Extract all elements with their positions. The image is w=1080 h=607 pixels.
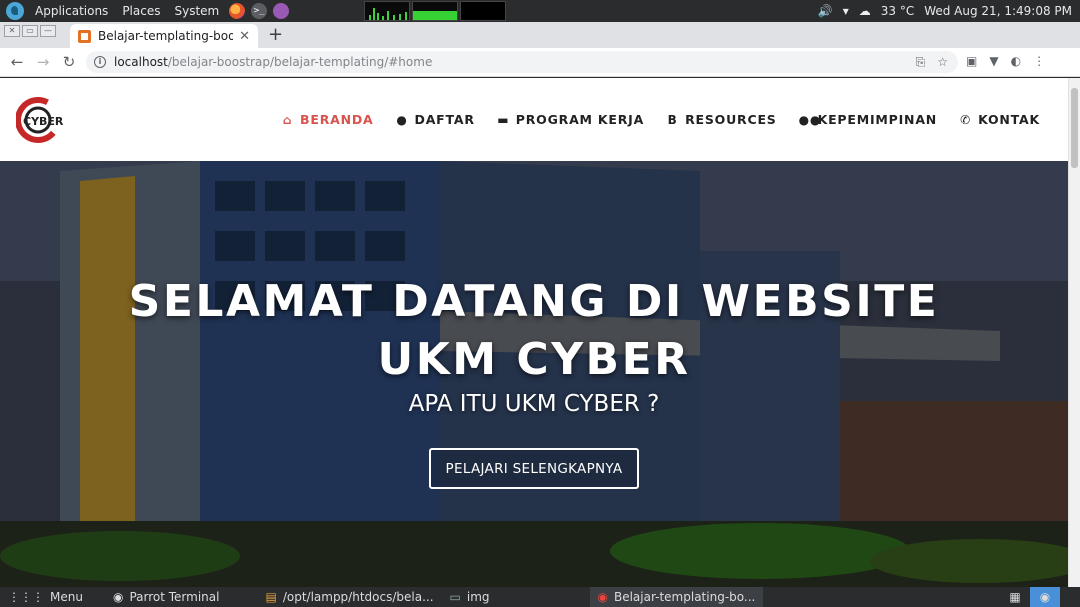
terminal-launcher-icon[interactable]: >_ [251, 3, 268, 19]
nav-label: DAFTAR [414, 112, 475, 127]
taskbar-item[interactable]: ◉ Parrot Terminal [105, 587, 228, 607]
scrollbar-thumb[interactable] [1071, 88, 1078, 168]
nav-label: BERANDA [300, 112, 374, 127]
tab-title: Belajar-templating-boots [98, 29, 234, 43]
nav-beranda[interactable]: ⌂ BERANDA [281, 112, 373, 127]
taskbar-item-label: Parrot Terminal [129, 590, 220, 604]
cpu-monitor-graph [364, 1, 411, 21]
grid-menu-icon: ⋮⋮⋮ [8, 590, 44, 604]
taskbar-item-label: Belajar-templating-bo... [613, 590, 756, 604]
browser-toolbar: ← → ↻ i localhost/belajar-boostrap/belaj… [0, 48, 1080, 77]
users-icon: ●● [798, 112, 822, 127]
briefcase-icon: ▬ [497, 112, 510, 127]
reload-icon[interactable]: ↻ [56, 53, 82, 71]
bitcoin-icon: B [667, 112, 678, 127]
browser-tab-strip: ✕ ▭ — Belajar-templating-boots ✕ + [0, 22, 1080, 48]
taskbar-item[interactable]: ▤ /opt/lampp/htdocs/bela... [257, 587, 441, 607]
page-viewport: CYBER ⌂ BERANDA ● DAFTAR ▬ PROGRAM KERJA… [0, 78, 1068, 587]
nav-links: ⌂ BERANDA ● DAFTAR ▬ PROGRAM KERJA B RES… [281, 112, 1040, 127]
clock[interactable]: Wed Aug 21, 1:49:08 PM [924, 4, 1072, 18]
address-bar[interactable]: i localhost/belajar-boostrap/belajar-tem… [86, 51, 958, 73]
editor-icon: ▤ [265, 590, 277, 604]
nav-kontak[interactable]: ✆ KONTAK [959, 112, 1040, 127]
site-info-icon[interactable]: i [94, 56, 106, 68]
bookmark-star-icon[interactable]: ☆ [937, 55, 948, 70]
parrot-os-logo-icon[interactable] [6, 2, 24, 20]
chrome-icon: ◉ [597, 590, 608, 604]
phone-icon: ✆ [960, 112, 971, 127]
nav-label: RESOURCES [685, 112, 777, 127]
hero-title: SELAMAT DATANG DI WEBSITE UKM CYBER [128, 276, 940, 385]
window-close-icon[interactable]: ✕ [4, 25, 20, 37]
system-top-panel: Applications Places System >_ 🔊 ▾ ☁ 33 °… [0, 0, 1080, 22]
window-restore-icon[interactable]: ▭ [22, 25, 38, 37]
forward-icon[interactable]: → [30, 53, 56, 71]
nav-kepemimpinan[interactable]: ●● KEPEMIMPINAN [799, 112, 937, 127]
nav-label: PROGRAM KERJA [515, 112, 645, 127]
tab-close-icon[interactable]: ✕ [239, 29, 250, 44]
system-menu[interactable]: System [167, 4, 226, 18]
window-minimize-icon[interactable]: — [40, 25, 56, 37]
applications-menu[interactable]: Applications [28, 4, 115, 18]
network-monitor-graph [460, 1, 507, 21]
back-icon[interactable]: ← [4, 53, 30, 71]
profile-icon[interactable]: ◐ [1011, 54, 1021, 68]
nav-resources[interactable]: B RESOURCES [666, 112, 776, 127]
extension-icon[interactable]: ▣ [966, 54, 977, 68]
tab-favicon-icon [78, 29, 91, 43]
taskbar-item-active[interactable]: ◉ Belajar-templating-bo... [589, 587, 764, 607]
wifi-icon[interactable]: ▾ [843, 4, 849, 18]
translate-icon[interactable]: ⎘ [916, 55, 926, 70]
extension-filter-icon[interactable]: ▼ [989, 54, 998, 68]
hero-subtitle: APA ITU UKM CYBER ? [408, 391, 660, 417]
new-tab-icon[interactable]: + [268, 25, 283, 45]
chrome-tray-icon[interactable]: ◉ [1030, 587, 1060, 607]
logo-text: CYBER [23, 115, 64, 128]
url-path: /belajar-boostrap/belajar-templating/#ho… [167, 55, 433, 69]
volume-icon[interactable]: 🔊 [818, 4, 833, 18]
site-navbar: CYBER ⌂ BERANDA ● DAFTAR ▬ PROGRAM KERJA… [0, 78, 1068, 161]
nav-daftar[interactable]: ● DAFTAR [396, 112, 475, 127]
nav-program-kerja[interactable]: ▬ PROGRAM KERJA [497, 112, 644, 127]
text-editor-launcher-icon[interactable] [273, 3, 290, 19]
show-desktop-icon[interactable] [1060, 587, 1080, 607]
page-scrollbar[interactable] [1068, 78, 1080, 587]
hero-section: SELAMAT DATANG DI WEBSITE UKM CYBER APA … [0, 161, 1068, 587]
browser-menu-icon[interactable]: ⋮ [1033, 54, 1045, 68]
user-icon: ● [396, 112, 408, 127]
taskbar-item[interactable]: ▭ img [442, 587, 498, 607]
home-icon: ⌂ [282, 112, 293, 127]
nav-label: KONTAK [978, 112, 1040, 127]
taskbar-item-label: /opt/lampp/htdocs/bela... [282, 590, 434, 604]
firefox-launcher-icon[interactable] [229, 3, 246, 19]
weather-icon: ☁ [858, 4, 871, 18]
learn-more-button[interactable]: PELAJARI SELENGKAPNYA [429, 448, 639, 489]
taskbar-menu-label: Menu [50, 590, 83, 604]
taskbar-menu-button[interactable]: ⋮⋮⋮ Menu [0, 587, 91, 607]
workspace-switcher-icon[interactable]: ▦ [1000, 587, 1030, 607]
browser-tab[interactable]: Belajar-templating-boots ✕ [70, 24, 258, 48]
terminal-icon: ◉ [112, 590, 124, 604]
weather-temperature: 33 °C [880, 4, 915, 18]
bottom-taskbar: ⋮⋮⋮ Menu ◉ Parrot Terminal ▤ /opt/lampp/… [0, 587, 1080, 607]
taskbar-item-label: img [466, 590, 490, 604]
url-host: localhost [114, 55, 168, 69]
memory-monitor-graph [412, 1, 459, 21]
folder-icon: ▭ [449, 590, 461, 604]
ukm-cyber-logo[interactable]: CYBER [16, 94, 76, 146]
nav-label: KEPEMIMPINAN [817, 112, 938, 127]
places-menu[interactable]: Places [115, 4, 167, 18]
